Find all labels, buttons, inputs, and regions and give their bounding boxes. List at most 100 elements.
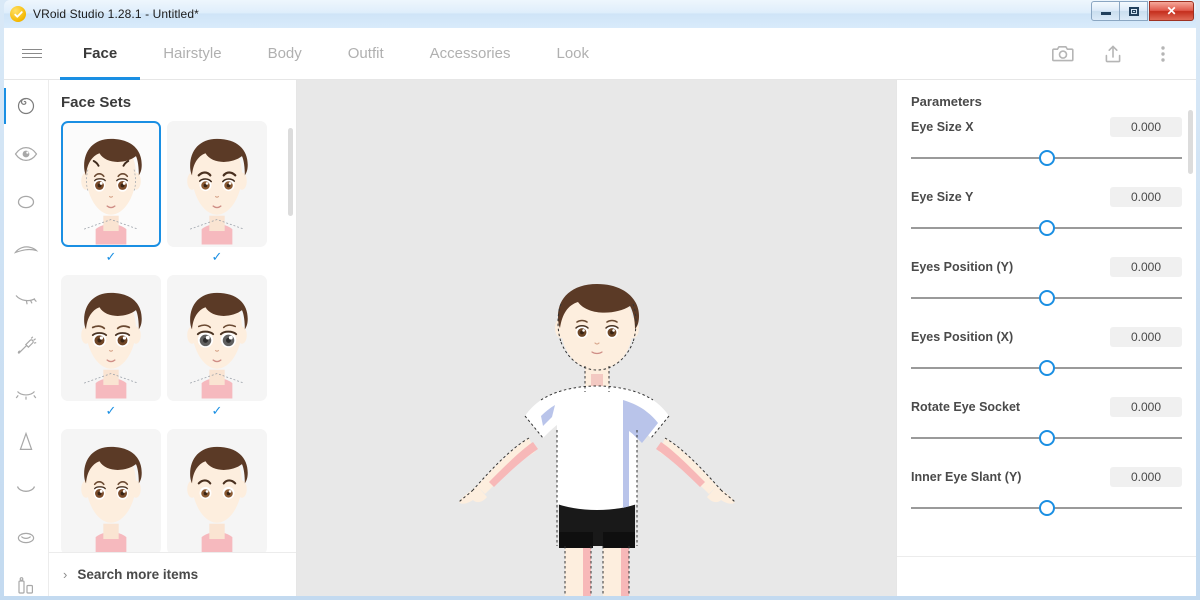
parameter-label: Rotate Eye Socket [911, 400, 1020, 414]
export-icon[interactable] [1098, 39, 1128, 69]
parameters-footer [897, 556, 1196, 596]
thumbnail-check-icon: ✓ [167, 249, 267, 265]
eyelash-icon[interactable] [4, 274, 49, 322]
slider-thumb[interactable] [1039, 430, 1055, 446]
parameters-panel: Parameters Eye Size X 0.000 [896, 80, 1196, 596]
thumbnail-check-icon: ✓ [167, 403, 267, 419]
camera-icon[interactable] [1048, 39, 1078, 69]
minimize-icon [1101, 12, 1111, 15]
avatar-model [437, 270, 757, 596]
tab-body[interactable]: Body [245, 28, 325, 79]
eye-icon[interactable] [4, 130, 49, 178]
ear-icon[interactable] [4, 514, 49, 562]
parameter-slider[interactable] [911, 431, 1182, 445]
parameters-scroll-area[interactable]: Eye Size X 0.000 Eye Size Y 0.000 [897, 117, 1196, 556]
app-container: Face Hairstyle Body Outfit Accessories L… [4, 28, 1196, 596]
parameter-label: Inner Eye Slant (Y) [911, 470, 1021, 484]
slider-thumb[interactable] [1039, 150, 1055, 166]
parameter-value-field[interactable]: 0.000 [1110, 467, 1182, 487]
eyebrow-icon[interactable] [4, 226, 49, 274]
items-panel-scrollbar[interactable] [288, 128, 293, 216]
tab-hairstyle[interactable]: Hairstyle [140, 28, 244, 79]
parameter-value-field[interactable]: 0.000 [1110, 187, 1182, 207]
parameter-slider[interactable] [911, 291, 1182, 305]
list-item[interactable] [61, 429, 161, 552]
more-options-icon[interactable] [1148, 39, 1178, 69]
face-set-thumbnail[interactable] [167, 275, 267, 401]
slider-thumb[interactable] [1039, 290, 1055, 306]
slider-thumb[interactable] [1039, 500, 1055, 516]
tab-face[interactable]: Face [60, 28, 140, 79]
presets-icon[interactable] [4, 562, 49, 596]
model-viewport[interactable] [297, 80, 896, 596]
parameters-panel-scrollbar[interactable] [1188, 110, 1193, 174]
thumbnail-check-icon: ✓ [61, 249, 161, 265]
thumbnail-check-icon: ✓ [61, 403, 161, 419]
iris-icon[interactable] [4, 178, 49, 226]
nose-icon[interactable] [4, 418, 49, 466]
tab-accessories-label: Accessories [430, 45, 511, 62]
thumbnail-scroll-area[interactable]: ✓ [49, 121, 296, 552]
category-icon-rail [4, 80, 49, 596]
makeup-brush-icon[interactable] [4, 322, 49, 370]
tab-look-label: Look [556, 45, 589, 62]
parameter-label: Eyes Position (Y) [911, 260, 1013, 274]
tab-accessories[interactable]: Accessories [407, 28, 534, 79]
parameter-row: Eye Size Y 0.000 [911, 187, 1182, 235]
parameter-row: Eye Size X 0.000 [911, 117, 1182, 165]
parameter-row: Rotate Eye Socket 0.000 [911, 397, 1182, 445]
face-set-thumbnail[interactable] [61, 275, 161, 401]
face-set-thumbnail[interactable] [167, 429, 267, 552]
tab-look[interactable]: Look [533, 28, 612, 79]
minimize-button[interactable] [1091, 1, 1120, 21]
parameter-slider[interactable] [911, 361, 1182, 375]
main-body: Face Sets [4, 80, 1196, 596]
face-sets-icon[interactable] [4, 82, 49, 130]
maximize-icon [1129, 7, 1139, 16]
search-more-items-label: Search more items [77, 567, 198, 582]
slider-thumb[interactable] [1039, 220, 1055, 236]
main-tabs: Face Hairstyle Body Outfit Accessories L… [60, 28, 612, 79]
parameter-value-field[interactable]: 0.000 [1110, 397, 1182, 417]
hamburger-menu-icon[interactable] [4, 28, 60, 79]
application-window: VRoid Studio 1.28.1 - Untitled* ✕ [0, 0, 1200, 600]
search-more-items-button[interactable]: › Search more items [49, 552, 296, 596]
parameter-value-field[interactable]: 0.000 [1110, 257, 1182, 277]
face-set-thumbnail[interactable] [167, 121, 267, 247]
parameter-label: Eyes Position (X) [911, 330, 1013, 344]
thumbnail-grid: ✓ [61, 121, 284, 552]
tab-outfit[interactable]: Outfit [325, 28, 407, 79]
parameter-slider[interactable] [911, 151, 1182, 165]
parameter-value-field[interactable]: 0.000 [1110, 117, 1182, 137]
parameter-slider[interactable] [911, 221, 1182, 235]
window-title: VRoid Studio 1.28.1 - Untitled* [33, 7, 199, 21]
face-set-thumbnail[interactable] [61, 121, 161, 247]
face-sets-panel: Face Sets [49, 80, 297, 596]
parameters-title: Parameters [897, 80, 1196, 117]
list-item[interactable]: ✓ [167, 121, 267, 265]
window-controls: ✕ [1092, 1, 1194, 21]
list-item[interactable]: ✓ [61, 121, 161, 265]
close-icon: ✕ [1166, 5, 1176, 17]
parameter-label: Eye Size Y [911, 190, 973, 204]
tab-outfit-label: Outfit [348, 45, 384, 62]
title-bar: VRoid Studio 1.28.1 - Untitled* ✕ [4, 0, 1196, 28]
list-item[interactable]: ✓ [167, 275, 267, 419]
panel-title: Face Sets [49, 80, 296, 121]
face-set-thumbnail[interactable] [61, 429, 161, 552]
close-button[interactable]: ✕ [1149, 1, 1194, 21]
parameter-slider[interactable] [911, 501, 1182, 515]
parameter-row: Eyes Position (X) 0.000 [911, 327, 1182, 375]
slider-thumb[interactable] [1039, 360, 1055, 376]
eyelid-icon[interactable] [4, 370, 49, 418]
parameter-row: Inner Eye Slant (Y) 0.000 [911, 467, 1182, 515]
parameter-label: Eye Size X [911, 120, 974, 134]
maximize-button[interactable] [1119, 1, 1148, 21]
list-item[interactable]: ✓ [61, 275, 161, 419]
vroid-logo-icon [10, 6, 26, 22]
parameter-value-field[interactable]: 0.000 [1110, 327, 1182, 347]
parameter-row: Eyes Position (Y) 0.000 [911, 257, 1182, 305]
tab-hairstyle-label: Hairstyle [163, 45, 221, 62]
list-item[interactable] [167, 429, 267, 552]
mouth-icon[interactable] [4, 466, 49, 514]
